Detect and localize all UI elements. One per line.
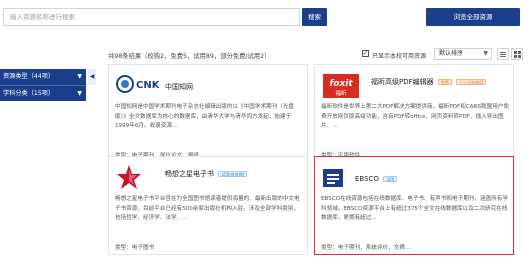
results-summary: 共98条结果（校购2，免费5，试用89，部分免费/试用2） xyxy=(108,53,271,60)
resource-card-ebsco[interactable]: EBSCO 试用 EBSCO在线资源包括在线数据库、电子书、有声书和电子期刊，涵… xyxy=(314,156,514,255)
foxit-logo: foxit 福昕 xyxy=(323,74,359,98)
trial-tag: 试用(有效期) xyxy=(218,171,248,177)
filter-subject-label: 学科分类（15项） xyxy=(3,90,55,97)
list-view-icon[interactable] xyxy=(497,48,509,60)
ebsco-logo xyxy=(323,169,343,187)
collapse-panel-icon[interactable]: ◀ xyxy=(88,69,96,85)
cnki-logo: CNKi xyxy=(115,72,163,96)
card-description: EBSCO在线资源包括在线数据库、电子书、有声书和电子期刊，涵盖所有学科领域。E… xyxy=(321,196,508,221)
trial-tag: 试用 xyxy=(383,176,398,182)
resource-card-changxiang[interactable]: 畅想之星电子书 试用(有效期) 畅想之星电子书平台旨在为全国图书馆读者提供海量的… xyxy=(108,156,308,255)
resource-card-foxit[interactable]: foxit 福昕 福昕高级PDF编辑器 免费 个人开放使用 福昕软件是世界上第二… xyxy=(314,64,514,163)
card-title[interactable]: 福昕高级PDF编辑器 免费 个人开放使用 xyxy=(371,77,487,87)
card-title[interactable]: 畅想之星电子书 试用(有效期) xyxy=(165,169,248,179)
card-description: 福昕软件是世界上第二大PDF解决方案提供商。福昕PDF和CARS联盟用户免费开放… xyxy=(321,104,509,129)
card-title[interactable]: EBSCO 试用 xyxy=(355,175,398,183)
free-tag: 免费 xyxy=(437,79,452,85)
svg-text:CNKi: CNKi xyxy=(136,80,159,91)
sort-select-value: 默认排序 xyxy=(439,50,464,57)
filter-resource-type-label: 资源类型（44项） xyxy=(3,73,55,80)
chevron-down-icon: ▼ xyxy=(483,50,488,57)
card-title-text: 畅想之星电子书 xyxy=(165,170,214,178)
filter-resource-type[interactable]: 资源类型（44项） ▼ xyxy=(0,69,86,85)
resource-card-cnki[interactable]: CNKi 中国知网 中国知网是中国学术期刊电子杂志社编辑出版的以《中国学术期刊（… xyxy=(108,64,308,163)
caret-down-icon: ▼ xyxy=(77,73,82,80)
card-type: 类型：电子期刊，系统评价，文摘 ... xyxy=(321,245,413,251)
free-only-label: 只显示本校可用资源 xyxy=(372,53,427,60)
svg-text:foxit: foxit xyxy=(329,79,353,89)
card-description: 中国知网是中国学术期刊电子杂志社编辑出版的以《中国学术期刊（光盘版）》全文数据库… xyxy=(115,104,295,129)
card-type: 类型：电子图书 xyxy=(115,245,155,251)
card-title-text: 福昕高级PDF编辑器 xyxy=(371,78,434,86)
search-button[interactable]: 搜索 xyxy=(302,8,327,26)
personal-use-tag: 个人开放使用 xyxy=(456,79,487,85)
free-only-checkbox[interactable]: ✓ xyxy=(362,50,369,57)
card-title-text: EBSCO xyxy=(355,175,379,183)
sort-select[interactable]: 默认排序 ▼ xyxy=(434,48,492,60)
card-description: 畅想之星电子书平台旨在为全国图书馆读者提供海量的、最新出版的中文电子书资源，目前… xyxy=(115,196,300,221)
grid-view-icon[interactable] xyxy=(511,48,523,60)
star-logo xyxy=(115,163,143,191)
browse-all-button[interactable]: 浏览全部资源 xyxy=(426,8,520,26)
card-title[interactable]: 中国知网 xyxy=(165,82,193,92)
filter-subject[interactable]: 学科分类（15项） ▼ xyxy=(0,86,86,102)
search-input[interactable]: 输入资源名称进行搜索 xyxy=(3,8,300,26)
svg-text:福昕: 福昕 xyxy=(335,89,347,97)
caret-down-icon: ▼ xyxy=(77,90,82,97)
